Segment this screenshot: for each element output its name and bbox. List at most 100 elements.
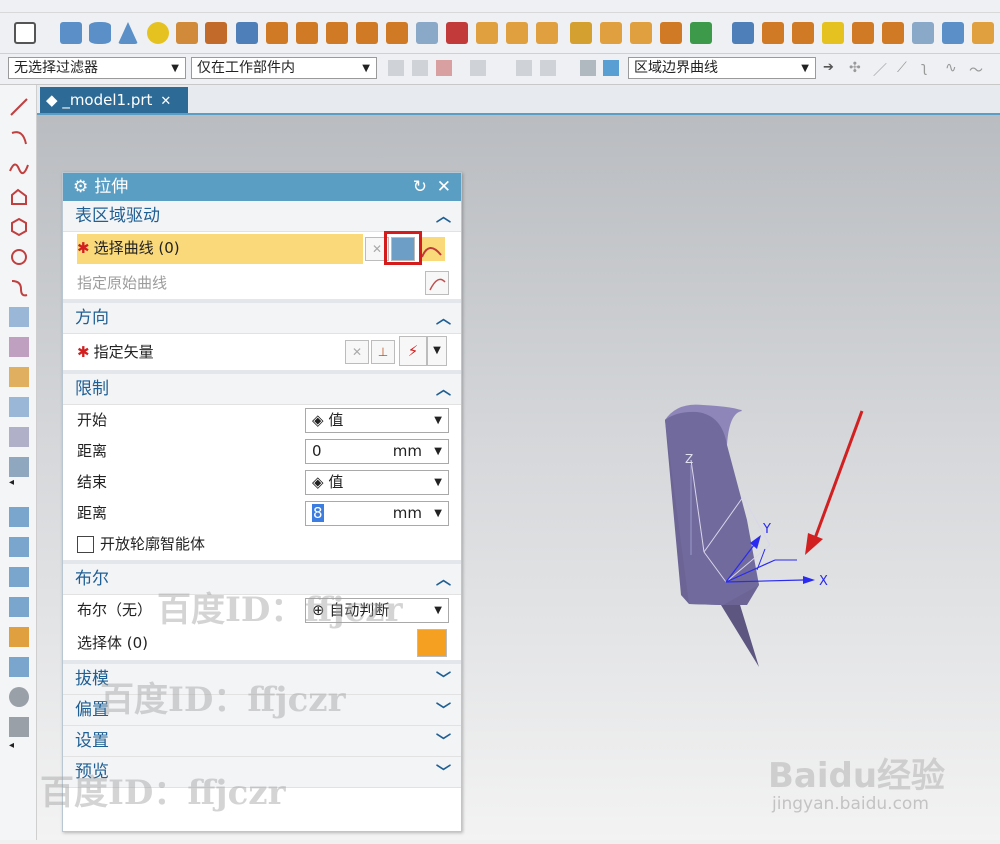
curve-rule-select[interactable]: 区域边界曲线 ▼ [628, 57, 816, 79]
chevron-up-icon[interactable]: ︿ [436, 201, 451, 231]
scale-icon[interactable] [942, 22, 964, 44]
subtract-icon[interactable] [822, 22, 844, 44]
pocket-icon[interactable] [296, 22, 318, 44]
offset-curve-icon[interactable] [9, 277, 29, 297]
section-limits[interactable]: 限制 ︿ [63, 374, 461, 405]
specify-vector-row[interactable]: ✱ 指定矢量 ✕ ⊥ ⚡ ▼ [63, 334, 461, 370]
inferred-vector-icon[interactable]: ⚡ [399, 336, 427, 366]
close-icon[interactable]: ✕ [437, 173, 451, 201]
circle-icon[interactable] [9, 247, 29, 267]
polygon-icon[interactable] [9, 217, 29, 237]
open-profile-checkbox[interactable] [77, 536, 94, 553]
split-icon[interactable] [762, 22, 784, 44]
chevron-down-icon[interactable]: ▼ [434, 502, 442, 525]
pattern-icon[interactable] [630, 22, 652, 44]
arc-icon[interactable] [9, 127, 29, 147]
distance1-unit[interactable]: mm [393, 440, 422, 463]
chevron-up-icon[interactable]: ︿ [436, 303, 451, 333]
combine-curve-icon[interactable] [9, 457, 29, 477]
chamfer-icon[interactable] [600, 22, 622, 44]
snap-arc-icon[interactable]: ʅ [921, 60, 937, 76]
snap-icon[interactable] [388, 60, 404, 76]
sheet-icon[interactable] [536, 22, 558, 44]
swept-icon[interactable] [9, 597, 29, 617]
chevron-down-icon[interactable]: ﹀ [436, 757, 451, 787]
mesh-surface-icon[interactable] [9, 567, 29, 587]
tab-model1[interactable]: ◆ _model1.prt ✕ [40, 87, 188, 113]
trim-icon[interactable] [732, 22, 754, 44]
vector-dropdown[interactable]: ▼ [427, 336, 447, 366]
bounded-plane-icon[interactable] [9, 657, 29, 677]
tube-icon[interactable] [416, 22, 438, 44]
line-icon[interactable] [9, 97, 29, 117]
snap-spline-icon[interactable]: 〜 [969, 60, 985, 79]
select-body-icon[interactable] [516, 60, 532, 76]
surface-icon[interactable] [9, 507, 29, 527]
type-filter-select[interactable]: 无选择过滤器 ▼ [8, 57, 186, 79]
through-curves-icon[interactable] [9, 537, 29, 557]
project-curve-icon[interactable] [9, 307, 29, 327]
extract-curve-icon[interactable] [9, 367, 29, 387]
chevron-down-icon[interactable]: ﹀ [436, 726, 451, 756]
wrap-icon[interactable] [972, 22, 994, 44]
reverse-direction-icon[interactable]: ✕ [345, 340, 369, 364]
select-add-icon[interactable] [436, 60, 452, 76]
distance2-unit[interactable]: mm [393, 502, 422, 525]
select-face-icon[interactable] [540, 60, 556, 76]
edge-blend-icon[interactable] [570, 22, 592, 44]
rib-icon[interactable] [506, 22, 528, 44]
shell-icon[interactable] [882, 22, 904, 44]
chevron-down-icon[interactable]: ﹀ [436, 664, 451, 694]
select-3d-icon[interactable] [603, 60, 619, 76]
spline-icon[interactable] [9, 157, 29, 177]
cone-icon[interactable] [118, 22, 138, 44]
cylinder-icon[interactable] [89, 22, 111, 44]
select-feature-icon[interactable] [580, 60, 596, 76]
hole-icon[interactable] [236, 22, 258, 44]
snap-tangent-icon[interactable]: ⟋ [897, 60, 913, 76]
revolve-icon[interactable] [205, 22, 227, 44]
section-settings[interactable]: 设置 ﹀ [63, 726, 461, 757]
vector-dialog-icon[interactable]: ⊥ [371, 340, 395, 364]
profile-icon[interactable] [9, 187, 29, 207]
intersect-curve-icon[interactable] [9, 337, 29, 357]
cube-icon[interactable] [60, 22, 82, 44]
draft-icon[interactable] [912, 22, 934, 44]
groove-icon[interactable] [386, 22, 408, 44]
reset-icon[interactable]: ↻ [413, 173, 427, 201]
mirror-icon[interactable] [660, 22, 682, 44]
select-region-icon[interactable] [470, 60, 486, 76]
collapse-left-icon-2[interactable]: ◂ [9, 740, 29, 760]
original-curve-icon[interactable] [425, 271, 449, 295]
styled-sweep-icon[interactable] [9, 717, 29, 737]
snap-line-icon[interactable]: ／ [873, 60, 889, 79]
scope-filter-select[interactable]: 仅在工作部件内 ▼ [191, 57, 377, 79]
boss-icon[interactable] [266, 22, 288, 44]
distance2-input[interactable]: 8 mm ▼ [305, 501, 449, 526]
open-profile-row[interactable]: 开放轮廓智能体 [63, 529, 461, 560]
select-body-row[interactable]: 选择体 (0) [63, 626, 461, 660]
specify-original-row[interactable]: 指定原始曲线 [63, 268, 461, 299]
extrude-icon[interactable] [176, 22, 198, 44]
arrow-right-icon[interactable]: ➔ [823, 60, 839, 76]
start-select[interactable]: ◈ 值 ▼ [305, 408, 449, 433]
slot-icon[interactable] [356, 22, 378, 44]
section-surface-region[interactable]: 表区域驱动 ︿ [63, 201, 461, 232]
section-curve-icon[interactable] [9, 397, 29, 417]
chevron-down-icon[interactable]: ﹀ [436, 695, 451, 725]
select-body-icon[interactable] [417, 629, 447, 657]
unite-icon[interactable] [792, 22, 814, 44]
chevron-down-icon[interactable]: ▼ [434, 440, 442, 463]
chevron-up-icon[interactable]: ︿ [436, 564, 451, 594]
distance1-input[interactable]: 0 mm ▼ [305, 439, 449, 464]
n-sided-icon[interactable] [9, 627, 29, 647]
curve-select-icon[interactable] [419, 237, 445, 261]
snap-curve-icon[interactable]: ∿ [945, 60, 961, 76]
tube-surface-icon[interactable] [9, 687, 29, 707]
datum-icon[interactable] [690, 22, 712, 44]
sketch-icon[interactable] [14, 22, 36, 44]
section-direction[interactable]: 方向 ︿ [63, 303, 461, 334]
select-point-icon[interactable] [412, 60, 428, 76]
end-select[interactable]: ◈ 值 ▼ [305, 470, 449, 495]
sphere-icon[interactable] [147, 22, 169, 44]
